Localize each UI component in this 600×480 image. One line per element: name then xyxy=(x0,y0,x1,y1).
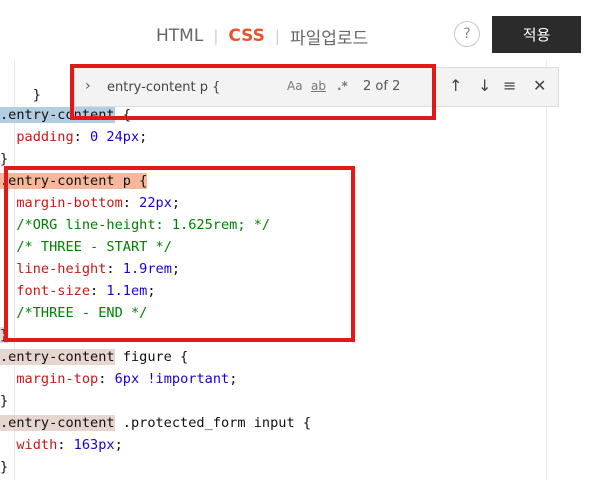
css-code-editor[interactable]: } .entry-content { padding: 0 24px; } .e… xyxy=(0,60,600,480)
chevron-right-icon[interactable]: › xyxy=(85,78,91,94)
help-icon[interactable]: ? xyxy=(454,21,480,47)
tab-file-upload[interactable]: 파일업로드 xyxy=(290,24,368,49)
apply-button[interactable]: 적용 xyxy=(492,16,581,53)
editor-tabs: HTML | CSS | 파일업로드 xyxy=(156,24,368,49)
css-selector: p xyxy=(114,173,131,189)
code-line: } xyxy=(0,456,8,478)
css-comment: /*ORG line-height: 1.625rem; */ xyxy=(16,217,271,233)
css-selector: ontent xyxy=(65,173,115,189)
code-line: .entry-content figure { xyxy=(0,346,188,368)
regex-toggle[interactable]: .* xyxy=(337,79,348,93)
code-line: } xyxy=(0,390,8,412)
code-line: padding: 0 24px; xyxy=(16,129,148,145)
css-property: width xyxy=(16,437,58,453)
css-property: margin-top xyxy=(16,371,99,387)
code-line: .entry-content { xyxy=(0,104,131,126)
semicolon: ; xyxy=(171,195,181,211)
css-comment: /* THREE - START */ xyxy=(16,239,172,255)
semicolon: ; xyxy=(114,437,123,453)
css-selector-rest: figure { xyxy=(114,349,189,365)
css-value: 6px xyxy=(114,371,140,387)
closing-brace: } xyxy=(0,393,9,409)
arrow-up-icon[interactable]: ↑ xyxy=(449,76,462,95)
code-line: } xyxy=(0,324,9,346)
semicolon: ; xyxy=(171,261,181,277)
css-important: !important xyxy=(147,371,230,387)
opening-brace: { xyxy=(130,173,148,189)
code-line: } xyxy=(0,62,41,103)
css-property: line-height xyxy=(16,261,107,277)
code-line: margin-bottom: 22px; xyxy=(16,195,181,211)
css-value: 22px xyxy=(139,195,172,211)
match-count: 2 of 2 xyxy=(363,79,401,94)
tab-separator: | xyxy=(274,27,280,45)
css-selector: content xyxy=(57,107,115,123)
css-selector: .entry-content xyxy=(0,415,115,431)
css-selector: .entry-c xyxy=(0,173,66,189)
arrow-down-icon[interactable]: ↓ xyxy=(478,76,491,95)
css-value: 163px xyxy=(73,437,115,453)
close-icon[interactable]: ✕ xyxy=(533,76,546,95)
code-line: width: 163px; xyxy=(16,437,123,453)
code-line: font-size: 1.1em; xyxy=(16,283,156,299)
css-selector: .entry- xyxy=(0,107,58,123)
css-property: padding xyxy=(16,129,74,145)
find-widget: › Aa ab .* 2 of 2 ↑ ↓ ≡ ✕ xyxy=(74,67,559,107)
css-property: font-size xyxy=(16,283,91,299)
css-value: 1.1em xyxy=(106,283,148,299)
closing-brace: } xyxy=(32,87,41,103)
css-property: margin-bottom xyxy=(16,195,123,211)
semicolon: ; xyxy=(229,371,238,387)
editor-ruler xyxy=(546,60,547,480)
code-line: line-height: 1.9rem; xyxy=(16,261,181,277)
code-line: /* THREE - START */ xyxy=(0,236,172,258)
editor-toolbar: HTML | CSS | 파일업로드 ? 적용 xyxy=(0,0,600,68)
semicolon: ; xyxy=(139,129,148,145)
lines-icon[interactable]: ≡ xyxy=(503,76,516,95)
closing-brace: } xyxy=(0,459,9,475)
whole-word-toggle[interactable]: ab xyxy=(311,79,326,93)
css-value: 1.9rem xyxy=(122,261,172,277)
code-line: } xyxy=(0,148,8,170)
tab-html[interactable]: HTML xyxy=(156,26,203,46)
closing-brace: } xyxy=(0,151,9,167)
closing-brace: } xyxy=(0,327,9,343)
tab-separator: | xyxy=(213,27,219,45)
code-line: .entry-content .protected_form input { xyxy=(0,412,311,434)
css-value: 0 24px xyxy=(90,129,140,145)
css-selector-rest: .protected_form input { xyxy=(114,415,311,431)
css-comment: /*THREE - END */ xyxy=(16,305,148,321)
code-line: .entry-content p { xyxy=(0,170,148,192)
semicolon: ; xyxy=(147,283,156,299)
match-case-toggle[interactable]: Aa xyxy=(287,79,303,93)
code-line: /*THREE - END */ xyxy=(0,302,147,324)
code-line: /*ORG line-height: 1.625rem; */ xyxy=(0,214,270,236)
code-line: margin-top: 6px !important; xyxy=(16,371,238,387)
css-selector: .entry-content xyxy=(0,349,115,365)
tab-css[interactable]: CSS xyxy=(228,26,265,46)
opening-brace: { xyxy=(114,107,131,123)
